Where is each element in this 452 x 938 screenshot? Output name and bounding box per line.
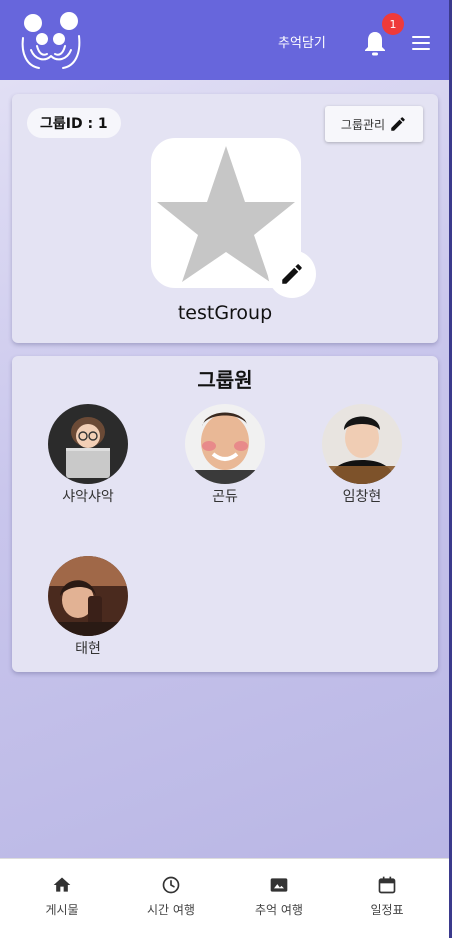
photo-icon bbox=[270, 878, 288, 892]
edit-group-image-button[interactable] bbox=[268, 250, 316, 298]
nav-item-posts[interactable]: 게시물 bbox=[6, 875, 118, 918]
nav-label: 일정표 bbox=[370, 903, 404, 917]
group-manage-label: 그룹관리 bbox=[340, 117, 386, 132]
member-name: 임창현 bbox=[342, 489, 382, 505]
member-item[interactable]: 곤듀 bbox=[165, 404, 285, 506]
app-header: 추억담기 1 bbox=[0, 0, 449, 80]
nav-label: 시간 여행 bbox=[147, 903, 195, 917]
home-icon bbox=[53, 877, 71, 892]
pencil-icon bbox=[282, 264, 302, 284]
calendar-icon bbox=[378, 876, 396, 894]
group-info-card: 그룹ID : 1 그룹관리 testGroup bbox=[12, 94, 438, 343]
clock-icon bbox=[162, 876, 180, 894]
member-avatar bbox=[48, 556, 128, 636]
member-name: 곤듀 bbox=[212, 489, 238, 505]
member-item[interactable]: 태현 bbox=[28, 556, 148, 658]
members-title: 그룹원 bbox=[197, 368, 253, 392]
member-avatar bbox=[185, 404, 265, 484]
bell-icon[interactable] bbox=[362, 28, 388, 58]
members-card: 그룹원 샤악샤악 곤듀 임창현 태현 bbox=[12, 356, 438, 672]
member-item[interactable]: 임창현 bbox=[302, 404, 422, 506]
nav-item-memory-travel[interactable]: 추억 여행 bbox=[223, 875, 335, 918]
member-name: 태현 bbox=[75, 641, 101, 657]
member-avatar bbox=[322, 404, 402, 484]
nav-item-time-travel[interactable]: 시간 여행 bbox=[115, 875, 227, 918]
group-manage-button[interactable]: 그룹관리 bbox=[325, 106, 423, 142]
notification-badge: 1 bbox=[382, 13, 404, 35]
nav-item-schedule[interactable]: 일정표 bbox=[331, 875, 443, 918]
nav-label: 게시물 bbox=[45, 903, 79, 917]
hamburger-menu-icon[interactable] bbox=[410, 34, 434, 52]
member-avatar bbox=[48, 404, 128, 484]
bottom-navigation: 게시물 시간 여행 추억 여행 일정표 bbox=[0, 858, 449, 938]
nav-label: 추억 여행 bbox=[255, 903, 303, 917]
member-name: 샤악샤악 bbox=[62, 489, 114, 505]
app-logo[interactable] bbox=[17, 10, 85, 72]
pencil-icon bbox=[391, 117, 405, 131]
save-memory-link[interactable]: 추억담기 bbox=[278, 32, 326, 51]
member-item[interactable]: 샤악샤악 bbox=[28, 404, 148, 506]
group-id-chip: 그룹ID : 1 bbox=[27, 108, 121, 138]
group-name: testGroup bbox=[177, 302, 273, 324]
